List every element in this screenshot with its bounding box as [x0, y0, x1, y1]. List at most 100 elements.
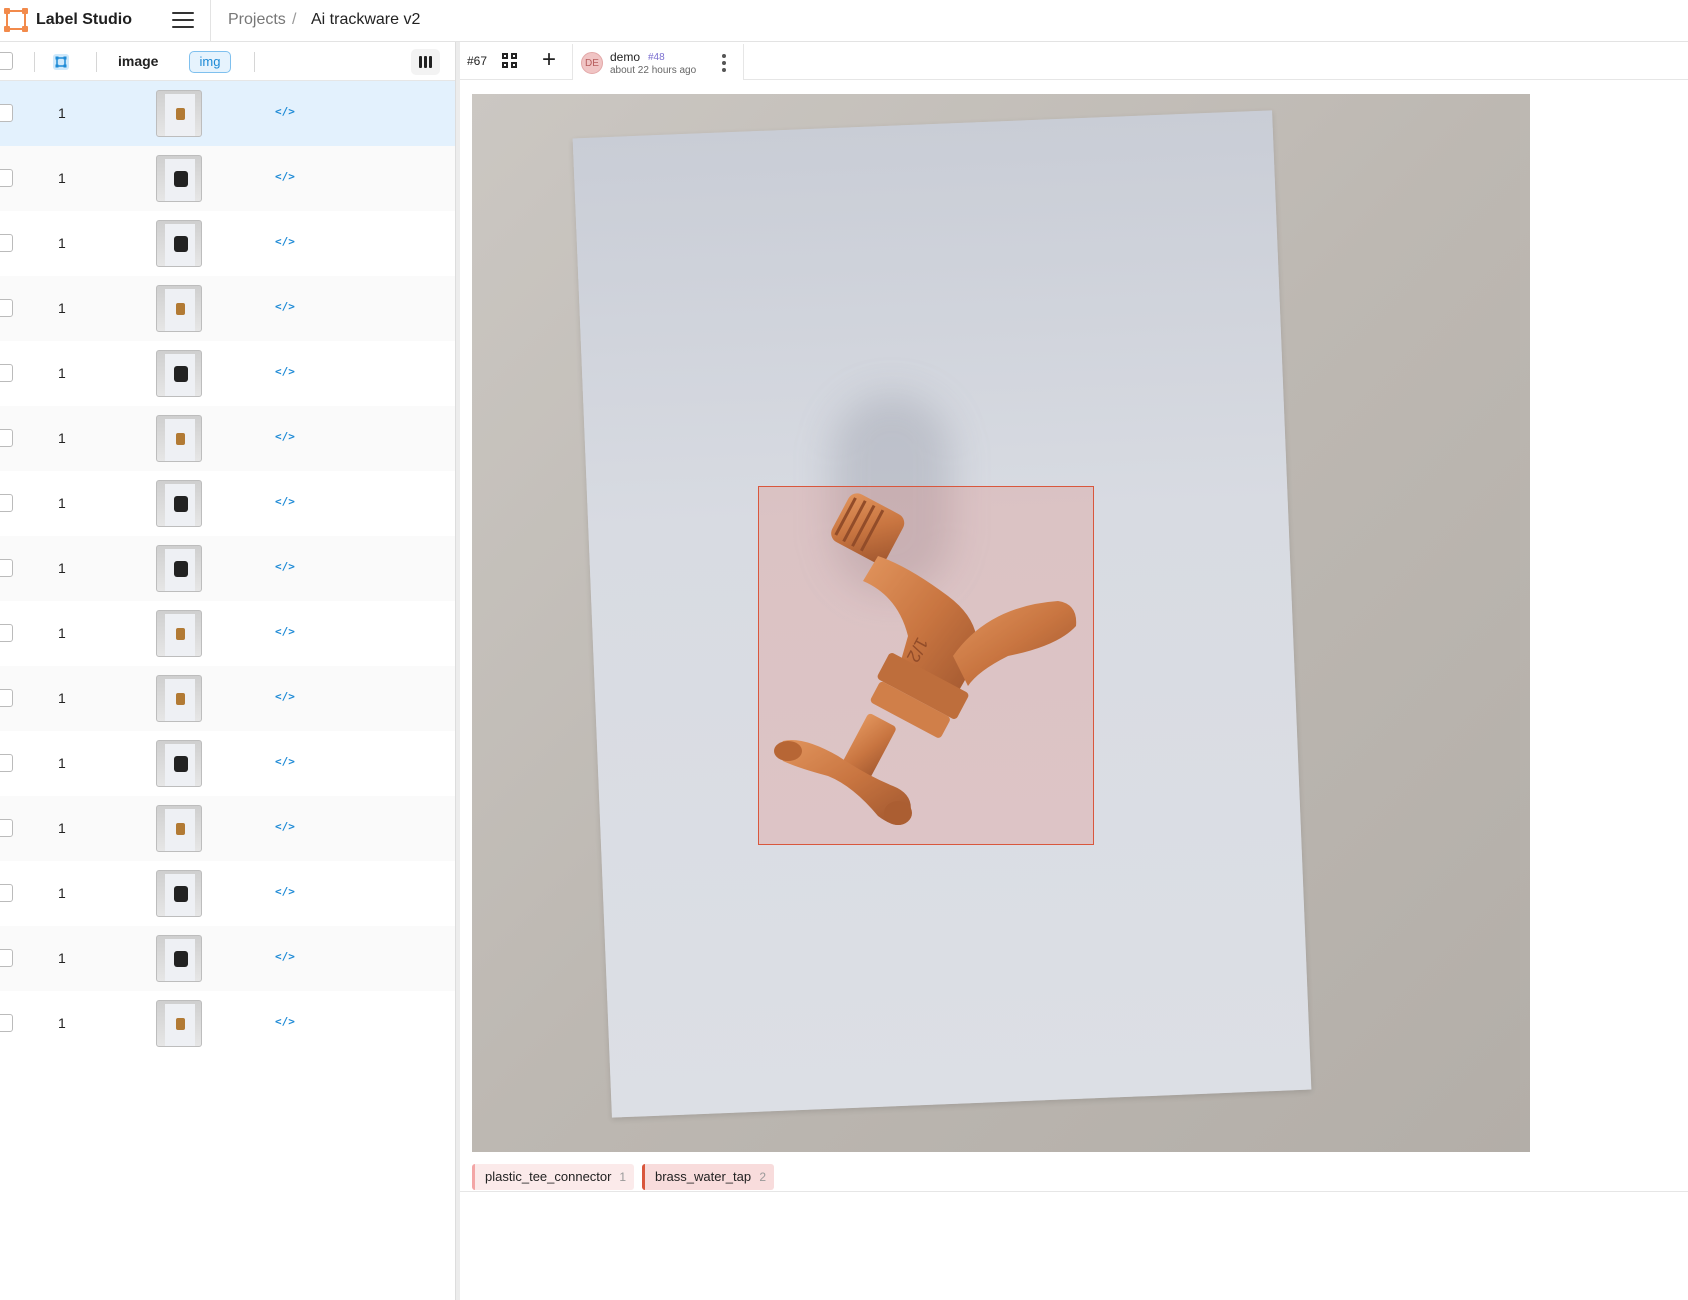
- label-name: brass_water_tap: [655, 1169, 752, 1184]
- code-view-icon[interactable]: </>: [275, 170, 295, 183]
- label-hotkey: 1: [619, 1170, 626, 1184]
- code-view-icon[interactable]: </>: [275, 820, 295, 833]
- row-checkbox[interactable]: [0, 169, 13, 187]
- table-row[interactable]: 1 </>: [0, 211, 455, 276]
- code-view-icon[interactable]: </>: [275, 625, 295, 638]
- table-row[interactable]: 1 </>: [0, 601, 455, 666]
- more-options-icon[interactable]: [722, 54, 726, 72]
- annotation-tab[interactable]: DE demo #48 about 22 hours ago: [572, 44, 744, 80]
- annotation-count: 1: [58, 495, 66, 511]
- annotations-column-icon[interactable]: [53, 54, 69, 70]
- breadcrumb-projects-link[interactable]: Projects: [228, 11, 286, 29]
- label-plastic-tee-connector[interactable]: plastic_tee_connector 1: [472, 1164, 634, 1190]
- image-thumbnail[interactable]: [156, 740, 202, 787]
- annotation-count: 1: [58, 950, 66, 966]
- breadcrumb-separator: /: [292, 11, 297, 28]
- row-checkbox[interactable]: [0, 949, 13, 967]
- annotation-timestamp: about 22 hours ago: [610, 65, 697, 76]
- image-canvas[interactable]: 1/2: [472, 94, 1530, 1152]
- table-row[interactable]: 1 </>: [0, 406, 455, 471]
- top-bar: Label Studio Projects / Ai trackware v2: [0, 0, 1688, 42]
- divider: [254, 52, 255, 72]
- table-row[interactable]: 1 </>: [0, 471, 455, 536]
- divider: [96, 52, 97, 72]
- row-checkbox[interactable]: [0, 364, 13, 382]
- annotation-count: 1: [58, 235, 66, 251]
- column-header-image[interactable]: image: [118, 53, 158, 69]
- table-row[interactable]: 1 </>: [0, 666, 455, 731]
- code-view-icon[interactable]: </>: [275, 755, 295, 768]
- row-checkbox[interactable]: [0, 819, 13, 837]
- app-title[interactable]: Label Studio: [36, 11, 132, 29]
- image-thumbnail[interactable]: [156, 220, 202, 267]
- table-row[interactable]: 1 </>: [0, 861, 455, 926]
- table-row[interactable]: 1 </>: [0, 731, 455, 796]
- table-header: image img: [0, 42, 455, 81]
- image-thumbnail[interactable]: [156, 90, 202, 137]
- breadcrumb-current-project: Ai trackware v2: [311, 11, 421, 28]
- label-name: plastic_tee_connector: [485, 1169, 612, 1184]
- select-all-checkbox[interactable]: [0, 52, 13, 70]
- add-annotation-icon[interactable]: +: [542, 48, 556, 72]
- annotation-count: 1: [58, 755, 66, 771]
- image-thumbnail[interactable]: [156, 610, 202, 657]
- row-checkbox[interactable]: [0, 559, 13, 577]
- columns-toggle-icon[interactable]: [411, 49, 440, 75]
- image-thumbnail[interactable]: [156, 350, 202, 397]
- bounding-box-region[interactable]: [758, 486, 1094, 845]
- tasks-table: image img 1 </> 1 </> 1 </> 1 </> 1 </> 1 </> 1 </> 1 <…: [0, 42, 455, 1300]
- image-thumbnail[interactable]: [156, 285, 202, 332]
- code-view-icon[interactable]: </>: [275, 950, 295, 963]
- annotation-count: 1: [58, 1015, 66, 1031]
- grid-view-icon[interactable]: [502, 53, 518, 69]
- row-checkbox[interactable]: [0, 494, 13, 512]
- table-row[interactable]: 1 </>: [0, 991, 455, 1056]
- table-row[interactable]: 1 </>: [0, 536, 455, 601]
- annotation-toolbar: #67 + DE demo #48 about 22 hours ago: [460, 42, 1688, 80]
- image-thumbnail[interactable]: [156, 415, 202, 462]
- image-thumbnail[interactable]: [156, 935, 202, 982]
- code-view-icon[interactable]: </>: [275, 430, 295, 443]
- row-checkbox[interactable]: [0, 1014, 13, 1032]
- divider: [460, 1191, 1688, 1192]
- row-checkbox[interactable]: [0, 624, 13, 642]
- code-view-icon[interactable]: </>: [275, 885, 295, 898]
- code-view-icon[interactable]: </>: [275, 1015, 295, 1028]
- hamburger-menu-icon[interactable]: [172, 12, 194, 30]
- code-view-icon[interactable]: </>: [275, 235, 295, 248]
- table-row[interactable]: 1 </>: [0, 341, 455, 406]
- table-row[interactable]: 1 </>: [0, 926, 455, 991]
- table-row[interactable]: 1 </>: [0, 81, 455, 146]
- image-thumbnail[interactable]: [156, 675, 202, 722]
- label-studio-logo-icon[interactable]: [4, 8, 28, 32]
- annotation-id: #48: [648, 52, 665, 63]
- code-view-icon[interactable]: </>: [275, 105, 295, 118]
- image-thumbnail[interactable]: [156, 1000, 202, 1047]
- image-thumbnail[interactable]: [156, 545, 202, 592]
- annotation-count: 1: [58, 690, 66, 706]
- label-brass-water-tap[interactable]: brass_water_tap 2: [642, 1164, 774, 1190]
- labeling-panel: #67 + DE demo #48 about 22 hours ago 1/2…: [460, 42, 1688, 1300]
- row-checkbox[interactable]: [0, 299, 13, 317]
- annotation-count: 1: [58, 820, 66, 836]
- table-row[interactable]: 1 </>: [0, 276, 455, 341]
- row-checkbox[interactable]: [0, 429, 13, 447]
- image-thumbnail[interactable]: [156, 805, 202, 852]
- row-checkbox[interactable]: [0, 884, 13, 902]
- table-row[interactable]: 1 </>: [0, 146, 455, 211]
- code-view-icon[interactable]: </>: [275, 690, 295, 703]
- row-checkbox[interactable]: [0, 104, 13, 122]
- code-view-icon[interactable]: </>: [275, 495, 295, 508]
- code-view-icon[interactable]: </>: [275, 365, 295, 378]
- code-view-icon[interactable]: </>: [275, 300, 295, 313]
- row-checkbox[interactable]: [0, 689, 13, 707]
- row-checkbox[interactable]: [0, 234, 13, 252]
- image-thumbnail[interactable]: [156, 155, 202, 202]
- table-row[interactable]: 1 </>: [0, 796, 455, 861]
- code-view-icon[interactable]: </>: [275, 560, 295, 573]
- annotation-count: 1: [58, 885, 66, 901]
- annotation-count: 1: [58, 625, 66, 641]
- image-thumbnail[interactable]: [156, 870, 202, 917]
- row-checkbox[interactable]: [0, 754, 13, 772]
- image-thumbnail[interactable]: [156, 480, 202, 527]
